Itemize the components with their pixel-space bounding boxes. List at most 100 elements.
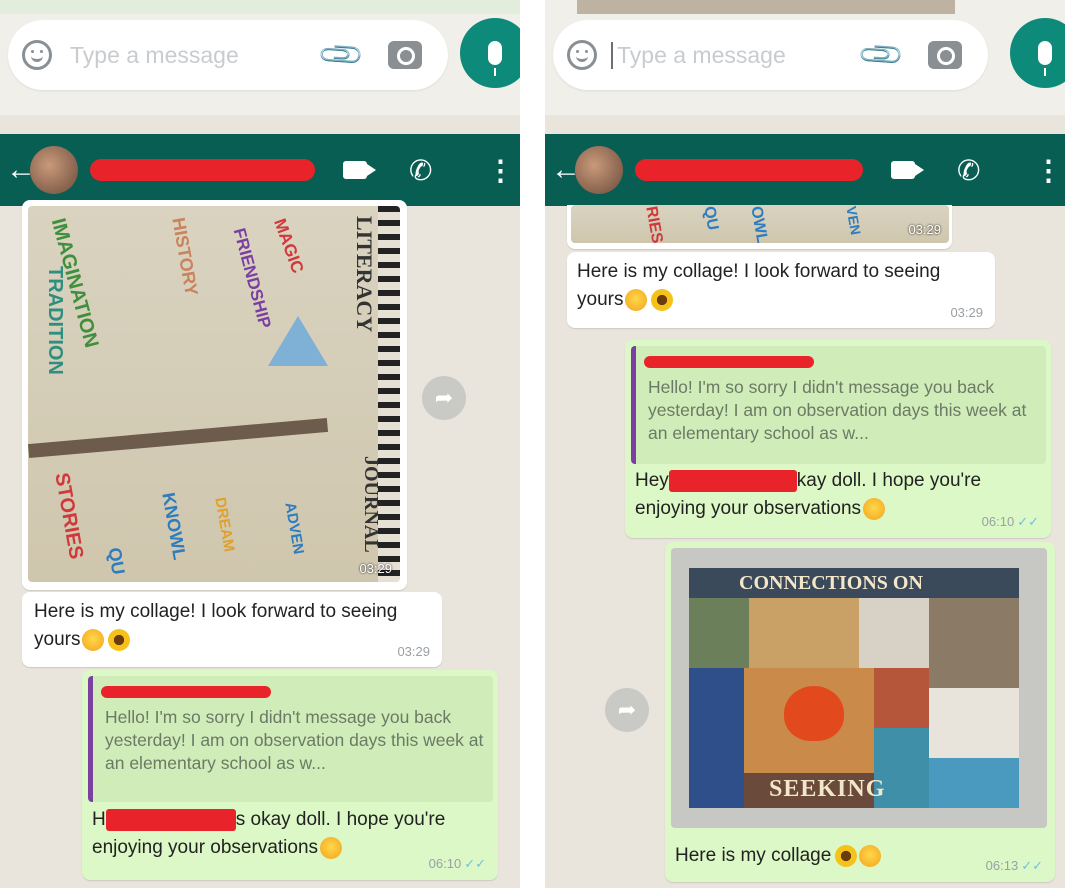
redacted-name bbox=[105, 808, 236, 831]
contact-avatar[interactable] bbox=[575, 146, 623, 194]
collage-word: JOURNAL bbox=[360, 456, 382, 553]
smiling-emoji-icon bbox=[863, 497, 886, 520]
camera-icon[interactable] bbox=[388, 41, 422, 69]
collage-word: MAGIC bbox=[270, 216, 308, 276]
quoted-message[interactable]: Hello! I'm so sorry I didn't message you… bbox=[631, 346, 1046, 464]
redacted-name bbox=[668, 469, 797, 492]
collage-tile bbox=[749, 598, 859, 668]
collage-image[interactable]: RIES QU OWL VEN 03:29 bbox=[571, 205, 949, 243]
back-arrow-icon[interactable]: ← bbox=[551, 153, 581, 187]
caption-text: Here is my collage bbox=[675, 845, 832, 866]
forward-button[interactable]: ➦ bbox=[605, 688, 649, 732]
forward-icon: ➦ bbox=[617, 697, 637, 722]
back-arrow-icon[interactable]: ← bbox=[6, 153, 36, 187]
sunflower-emoji-icon bbox=[108, 628, 131, 651]
smiling-emoji-icon bbox=[625, 288, 648, 311]
mic-icon bbox=[1038, 41, 1052, 76]
read-ticks-icon: ✓✓ bbox=[1021, 858, 1043, 873]
previous-image-strip bbox=[577, 0, 955, 14]
sunflower-emoji-icon bbox=[651, 288, 674, 311]
collage-tile bbox=[874, 668, 929, 728]
collage-title: CONNECTIONS ON bbox=[739, 572, 923, 594]
more-menu-icon[interactable]: ⋮ bbox=[1034, 154, 1062, 187]
collage-word: LITERACY bbox=[352, 216, 377, 333]
mic-button[interactable] bbox=[1010, 18, 1065, 88]
collage-word: FRIENDSHIP bbox=[229, 226, 275, 331]
emoji-icon[interactable] bbox=[22, 40, 52, 70]
attach-icon[interactable]: 📎 bbox=[316, 29, 367, 80]
chat-header: ← ✆ ⋮ bbox=[545, 134, 1065, 206]
chat-header: ← ✆ ⋮ bbox=[0, 134, 520, 206]
collage-word: OWL bbox=[747, 205, 771, 243]
collage-triangle-art bbox=[268, 316, 328, 366]
quoted-sender-redacted bbox=[644, 356, 814, 368]
chat-screenshot-left: Type a message 📎 ← ✆ ⋮ IMAGINATION TRADI… bbox=[0, 0, 520, 888]
panel-divider bbox=[520, 0, 545, 888]
phone-call-icon[interactable]: ✆ bbox=[957, 154, 980, 187]
collage-tile bbox=[929, 758, 1019, 808]
message-composer-bar: Type a message 📎 bbox=[545, 0, 1065, 115]
collage-word: RIES bbox=[642, 205, 666, 243]
collage-word: QU bbox=[700, 205, 722, 232]
collage-word: VEN bbox=[843, 205, 865, 237]
image-timestamp: 03:29 bbox=[908, 222, 941, 237]
forward-button[interactable]: ➦ bbox=[422, 376, 466, 420]
message-input-box[interactable]: Type a message 📎 bbox=[8, 20, 448, 90]
sunflower-emoji-icon bbox=[835, 844, 858, 867]
message-time: 06:10 ✓✓ bbox=[981, 514, 1039, 529]
forward-icon: ➦ bbox=[434, 385, 454, 410]
smiling-emoji-icon bbox=[82, 628, 105, 651]
emoji-icon[interactable] bbox=[567, 40, 597, 70]
outgoing-image-message[interactable]: CONNECTIONS ON SEEKING Here is my collag… bbox=[665, 542, 1055, 882]
message-time: 06:13 ✓✓ bbox=[985, 858, 1043, 873]
contact-name-redacted[interactable] bbox=[90, 159, 315, 181]
more-menu-icon[interactable]: ⋮ bbox=[486, 154, 514, 187]
previous-message-strip bbox=[0, 0, 520, 14]
image-timestamp: 03:29 bbox=[359, 561, 392, 576]
contact-name-redacted[interactable] bbox=[635, 159, 863, 181]
reply-text-prefix: H bbox=[92, 809, 106, 830]
collage-word: ADVEN bbox=[281, 501, 308, 556]
outgoing-reply-message[interactable]: Hello! I'm so sorry I didn't message you… bbox=[82, 670, 498, 880]
quoted-message[interactable]: Hello! I'm so sorry I didn't message you… bbox=[88, 676, 493, 802]
video-call-icon[interactable] bbox=[891, 161, 924, 179]
collage-word: SEEKING bbox=[769, 776, 886, 802]
message-input[interactable]: Type a message bbox=[611, 41, 863, 69]
collage-image[interactable]: CONNECTIONS ON SEEKING bbox=[671, 548, 1047, 828]
message-composer-bar: Type a message 📎 bbox=[0, 0, 520, 115]
video-call-icon[interactable] bbox=[343, 161, 376, 179]
outgoing-reply-message[interactable]: Hello! I'm so sorry I didn't message you… bbox=[625, 340, 1051, 538]
collage-word: STORIES bbox=[50, 471, 88, 561]
collage-word: KNOWL bbox=[158, 491, 190, 562]
contact-avatar[interactable] bbox=[30, 146, 78, 194]
collage-word: HISTORY bbox=[168, 216, 202, 298]
collage-tile bbox=[929, 688, 1019, 758]
chat-screenshot-right: Type a message 📎 ← ✆ ⋮ RIES QU OWL VEN 0… bbox=[545, 0, 1065, 888]
read-ticks-icon: ✓✓ bbox=[1017, 514, 1039, 529]
read-ticks-icon: ✓✓ bbox=[464, 856, 486, 871]
image-message[interactable]: RIES QU OWL VEN 03:29 bbox=[567, 205, 952, 249]
image-message[interactable]: IMAGINATION TRADITION HISTORY FRIENDSHIP… bbox=[22, 200, 407, 590]
collage-board: CONNECTIONS ON SEEKING bbox=[689, 568, 1019, 808]
mic-icon bbox=[488, 41, 502, 76]
camera-icon[interactable] bbox=[928, 41, 962, 69]
collage-word: QU bbox=[104, 546, 129, 577]
smiling-emoji-icon bbox=[320, 836, 343, 859]
collage-word: DREAM bbox=[211, 496, 238, 554]
incoming-message[interactable]: Here is my collage! I look forward to se… bbox=[22, 592, 442, 667]
message-input[interactable]: Type a message bbox=[70, 42, 323, 69]
quoted-text: Hello! I'm so sorry I didn't message you… bbox=[648, 377, 1027, 443]
message-input-box[interactable]: Type a message 📎 bbox=[553, 20, 988, 90]
collage-word: TRADITION bbox=[44, 266, 66, 375]
collage-tile bbox=[859, 598, 929, 668]
attach-icon[interactable]: 📎 bbox=[856, 29, 907, 80]
incoming-message[interactable]: Here is my collage! I look forward to se… bbox=[567, 252, 995, 328]
collage-tile bbox=[929, 598, 1019, 688]
reply-text-prefix: Hey bbox=[635, 470, 669, 491]
phone-call-icon[interactable]: ✆ bbox=[409, 154, 432, 187]
message-time: 03:29 bbox=[950, 305, 983, 320]
collage-image[interactable]: IMAGINATION TRADITION HISTORY FRIENDSHIP… bbox=[28, 206, 400, 582]
quoted-text: Hello! I'm so sorry I didn't message you… bbox=[105, 707, 484, 773]
mic-button[interactable] bbox=[460, 18, 520, 88]
collage-pencil-art bbox=[28, 417, 329, 459]
